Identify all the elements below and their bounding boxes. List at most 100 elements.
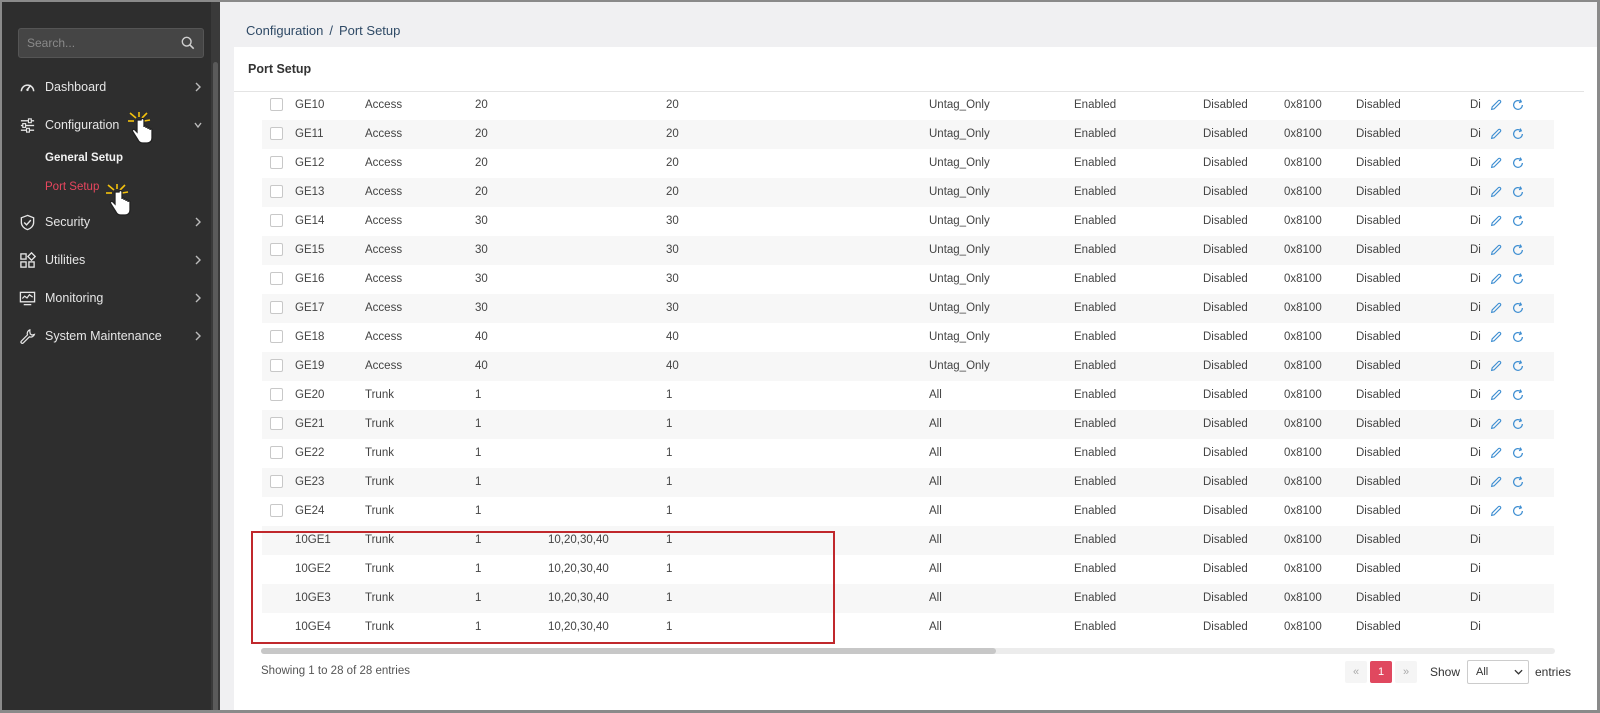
horizontal-scrollbar[interactable] xyxy=(261,648,1555,654)
edit-pencil-icon[interactable] xyxy=(1489,504,1503,518)
row-checkbox[interactable] xyxy=(270,359,283,372)
row-checkbox[interactable] xyxy=(270,475,283,488)
pagination-prev-button[interactable]: « xyxy=(1345,661,1367,683)
cell-pvid: 1 xyxy=(475,447,482,459)
cell-pvid: 20 xyxy=(475,186,488,198)
pagination-page-button[interactable]: 1 xyxy=(1370,661,1392,683)
edit-pencil-icon[interactable] xyxy=(1489,475,1503,489)
table-row: GE13 Access 20 20 Untag_Only Enabled Disabled 0… xyxy=(262,178,1554,207)
row-checkbox[interactable] xyxy=(270,301,283,314)
cell-status: Di xyxy=(1470,302,1481,314)
edit-pencil-icon[interactable] xyxy=(1489,417,1503,431)
row-checkbox[interactable] xyxy=(270,417,283,430)
refresh-icon[interactable] xyxy=(1511,388,1525,402)
edit-pencil-icon[interactable] xyxy=(1489,214,1503,228)
cell-ingress-filter: Enabled xyxy=(1074,360,1117,372)
cell-status: Disabled xyxy=(1356,99,1401,111)
cell-status: Disabled xyxy=(1203,215,1248,227)
row-checkbox[interactable] xyxy=(270,185,283,198)
refresh-icon[interactable] xyxy=(1511,301,1525,315)
edit-pencil-icon[interactable] xyxy=(1489,98,1503,112)
app-window: Dashboard Configuration General Setup Po… xyxy=(0,0,1600,713)
page-size-select[interactable]: All xyxy=(1467,660,1529,684)
refresh-icon[interactable] xyxy=(1511,127,1525,141)
sidebar: Dashboard Configuration General Setup Po… xyxy=(2,2,220,710)
edit-pencil-icon[interactable] xyxy=(1489,127,1503,141)
sidebar-scrollbar[interactable] xyxy=(211,2,220,710)
sidebar-subitem-general-setup[interactable]: General Setup xyxy=(45,152,123,164)
cell-pvid: 1 xyxy=(475,476,482,488)
table-row: GE20 Trunk 1 1 All Enabled Disabled 0x8100 Disab… xyxy=(262,381,1554,410)
cell-mode: Access xyxy=(365,157,403,169)
refresh-icon[interactable] xyxy=(1511,359,1525,373)
cell-tpid: 0x8100 xyxy=(1284,534,1322,546)
sidebar-scroll-thumb[interactable] xyxy=(213,62,218,710)
refresh-icon[interactable] xyxy=(1511,272,1525,286)
row-checkbox[interactable] xyxy=(270,504,283,517)
breadcrumb-separator: / xyxy=(329,23,333,38)
cell-status: Disabled xyxy=(1356,331,1401,343)
pagination-next-button[interactable]: » xyxy=(1395,661,1417,683)
refresh-icon[interactable] xyxy=(1511,214,1525,228)
search-icon[interactable] xyxy=(181,36,195,50)
cell-ingress-filter: Enabled xyxy=(1074,534,1117,546)
row-checkbox[interactable] xyxy=(270,272,283,285)
table-info: Showing 1 to 28 of 28 entries xyxy=(261,665,410,677)
refresh-icon[interactable] xyxy=(1511,98,1525,112)
cell-status: Disabled xyxy=(1203,244,1248,256)
cell-ingress-filter: Enabled xyxy=(1074,157,1117,169)
row-checkbox[interactable] xyxy=(270,98,283,111)
edit-pencil-icon[interactable] xyxy=(1489,301,1503,315)
refresh-icon[interactable] xyxy=(1511,330,1525,344)
sidebar-item-monitoring[interactable]: Monitoring xyxy=(2,283,211,313)
edit-pencil-icon[interactable] xyxy=(1489,156,1503,170)
refresh-icon[interactable] xyxy=(1511,243,1525,257)
cell-untagged-vlan: 40 xyxy=(666,331,679,343)
cell-status: Di xyxy=(1470,215,1481,227)
row-checkbox[interactable] xyxy=(270,388,283,401)
sidebar-item-system-maintenance[interactable]: System Maintenance xyxy=(2,321,211,351)
sidebar-subitem-port-setup[interactable]: Port Setup xyxy=(45,181,99,193)
cell-status: Disabled xyxy=(1356,505,1401,517)
search-input[interactable] xyxy=(19,29,179,57)
refresh-icon[interactable] xyxy=(1511,475,1525,489)
cell-status: Disabled xyxy=(1356,128,1401,140)
cell-status: Disabled xyxy=(1356,186,1401,198)
edit-pencil-icon[interactable] xyxy=(1489,446,1503,460)
row-checkbox[interactable] xyxy=(270,127,283,140)
edit-pencil-icon[interactable] xyxy=(1489,243,1503,257)
edit-pencil-icon[interactable] xyxy=(1489,359,1503,373)
cell-port: GE23 xyxy=(295,476,325,488)
edit-pencil-icon[interactable] xyxy=(1489,272,1503,286)
table-row: GE17 Access 30 30 Untag_Only Enabled Disabled 0… xyxy=(262,294,1554,323)
cell-tpid: 0x8100 xyxy=(1284,563,1322,575)
refresh-icon[interactable] xyxy=(1511,185,1525,199)
cell-tpid: 0x8100 xyxy=(1284,244,1322,256)
refresh-icon[interactable] xyxy=(1511,417,1525,431)
sidebar-item-dashboard[interactable]: Dashboard xyxy=(2,72,211,102)
cell-port: GE14 xyxy=(295,215,325,227)
sidebar-item-utilities[interactable]: Utilities xyxy=(2,245,211,275)
refresh-icon[interactable] xyxy=(1511,446,1525,460)
refresh-icon[interactable] xyxy=(1511,504,1525,518)
search-box[interactable] xyxy=(18,28,204,58)
sidebar-item-configuration[interactable]: Configuration xyxy=(2,110,211,140)
cell-status: Disabled xyxy=(1356,244,1401,256)
edit-pencil-icon[interactable] xyxy=(1489,330,1503,344)
row-checkbox[interactable] xyxy=(270,330,283,343)
horizontal-scroll-thumb[interactable] xyxy=(261,648,996,654)
row-checkbox[interactable] xyxy=(270,243,283,256)
breadcrumb-parent[interactable]: Configuration xyxy=(246,23,323,38)
cell-accept-frame: All xyxy=(929,621,942,633)
row-checkbox[interactable] xyxy=(270,156,283,169)
cell-untagged-vlan: 30 xyxy=(666,215,679,227)
cell-ingress-filter: Enabled xyxy=(1074,389,1117,401)
cell-mode: Access xyxy=(365,244,403,256)
edit-pencil-icon[interactable] xyxy=(1489,388,1503,402)
refresh-icon[interactable] xyxy=(1511,156,1525,170)
cell-port: GE21 xyxy=(295,418,325,430)
cell-pvid: 20 xyxy=(475,99,488,111)
row-checkbox[interactable] xyxy=(270,446,283,459)
edit-pencil-icon[interactable] xyxy=(1489,185,1503,199)
row-checkbox[interactable] xyxy=(270,214,283,227)
